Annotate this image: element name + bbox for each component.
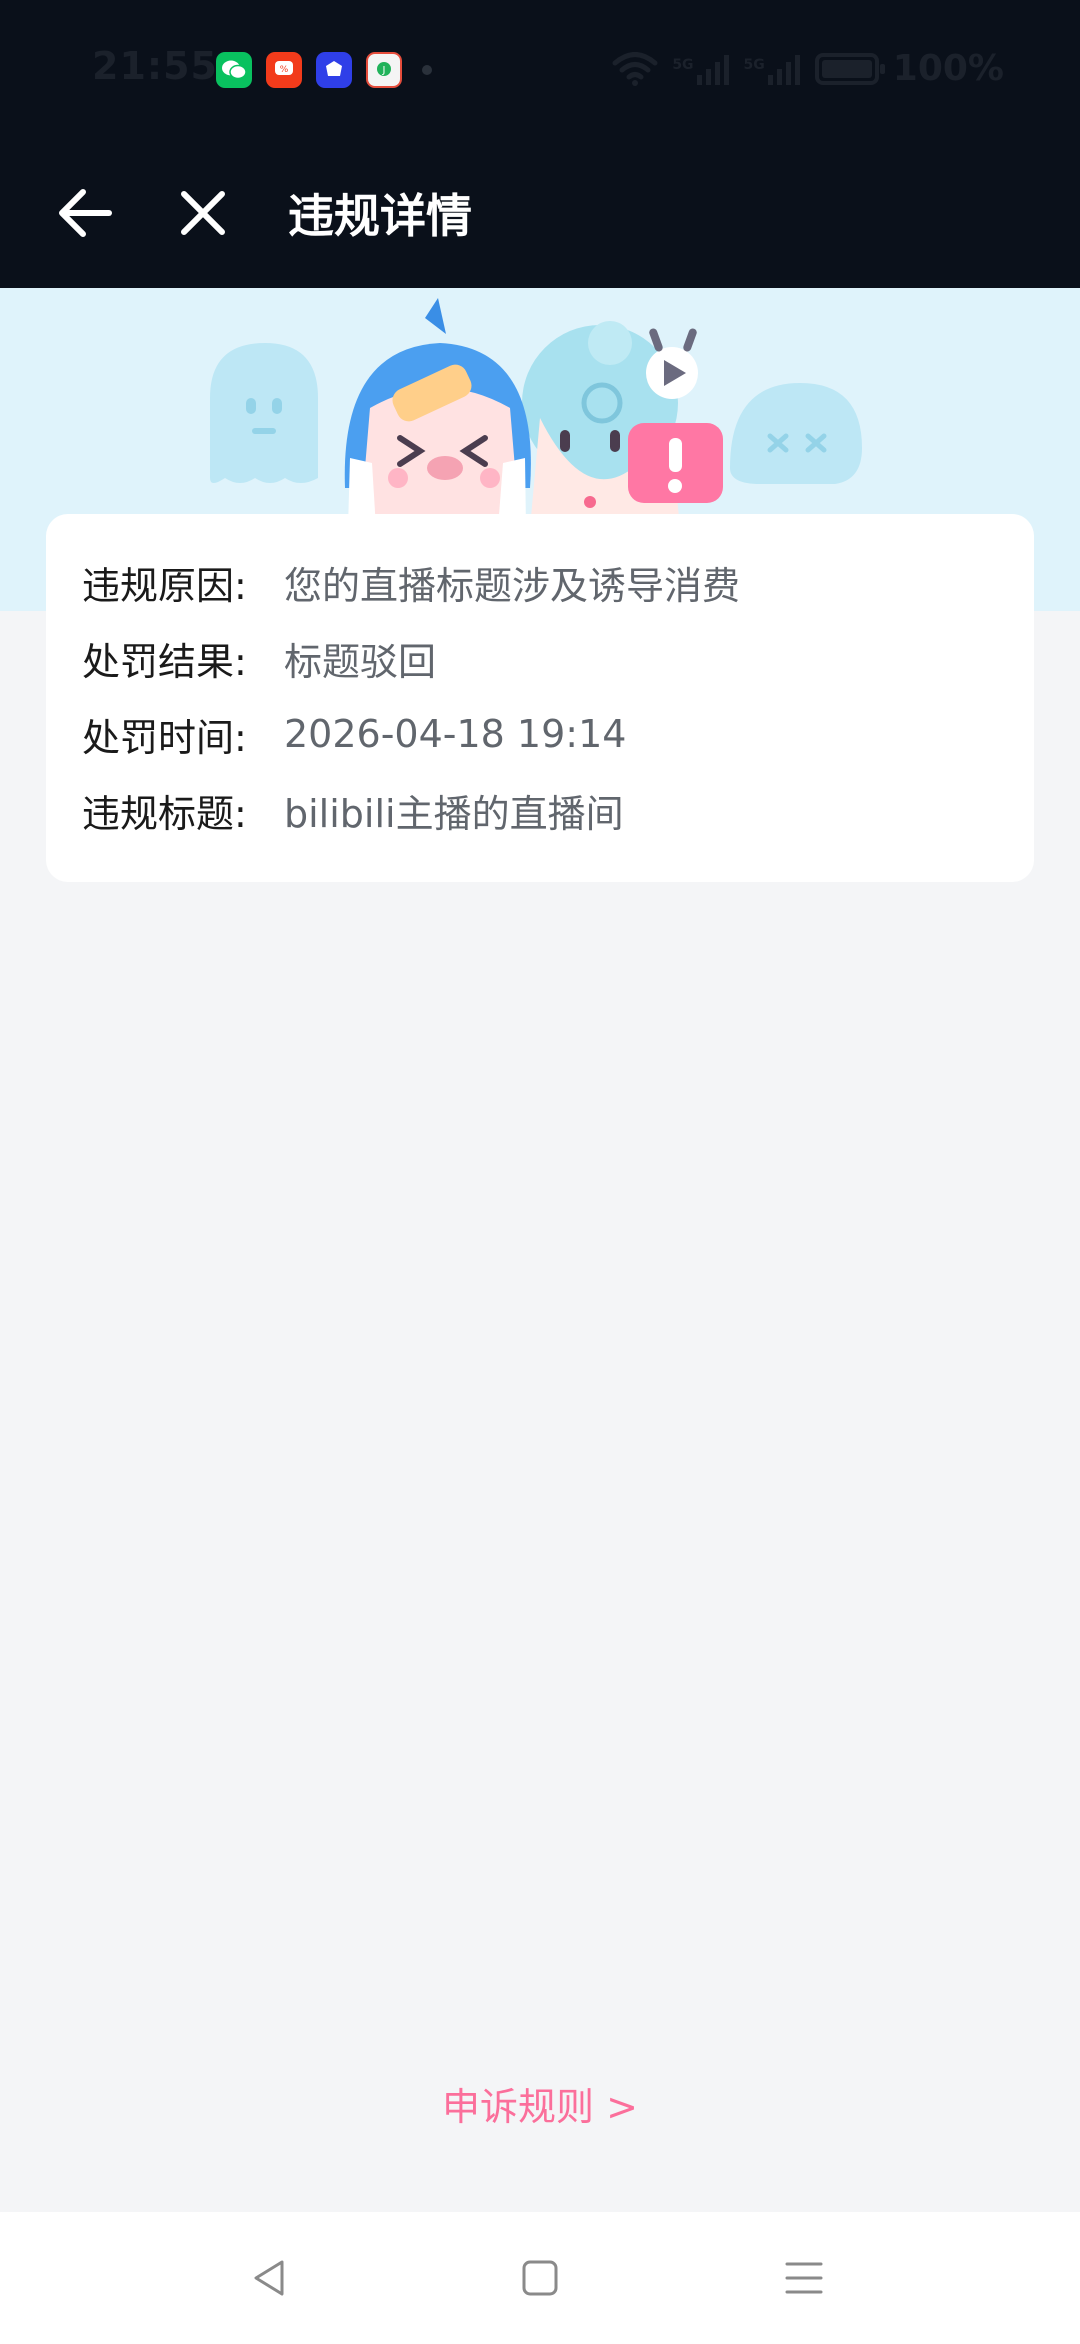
title-value: bilibili主播的直播间 (284, 791, 624, 836)
back-button[interactable] (40, 168, 130, 258)
system-recents-button[interactable] (772, 2246, 836, 2310)
appeal-rules-link[interactable]: 申诉规则 > (0, 2076, 1080, 2131)
time-label: 处罚时间: (82, 715, 247, 760)
battery-percentage: 100% (892, 48, 1004, 89)
wechat-icon (216, 52, 252, 88)
violation-info-card: 违规原因: 您的直播标题涉及诱导消费 处罚结果: 标题驳回 处罚时间: 2026… (46, 514, 1034, 882)
wifi-icon (612, 51, 658, 86)
green-app-icon: J (366, 52, 402, 88)
title-label: 违规标题: (82, 791, 247, 836)
result-value: 标题驳回 (284, 639, 437, 684)
signal-2-icon: 5G (744, 53, 801, 85)
system-home-button[interactable] (508, 2246, 572, 2310)
result-label: 处罚结果: (82, 639, 247, 684)
time-value: 2026-04-18 19:14 (284, 712, 627, 756)
reason-label: 违规原因: (82, 563, 247, 608)
square-home-icon (522, 2260, 558, 2296)
reason-value: 您的直播标题涉及诱导消费 (284, 563, 741, 608)
page-title: 违规详情 (288, 189, 472, 243)
navigation-bar: 违规详情 (0, 140, 1080, 288)
battery-icon (814, 52, 885, 85)
system-navigation-bar (0, 2212, 1080, 2344)
signal-1-icon: 5G (672, 53, 729, 85)
notification-app-icons: % J (216, 52, 432, 88)
close-icon (181, 191, 225, 235)
status-bar: 21:55 % J 5G 5G 100% (0, 0, 1080, 140)
triangle-back-icon (254, 2260, 284, 2296)
svg-text:J: J (382, 65, 386, 76)
close-button[interactable] (158, 168, 248, 258)
info-row-reason: 违规原因: 您的直播标题涉及诱导消费 (82, 544, 998, 620)
arrow-left-icon (59, 189, 112, 237)
system-back-button[interactable] (238, 2246, 302, 2310)
shopping-app-icon: % (266, 52, 302, 88)
menu-lines-icon (785, 2262, 823, 2294)
status-indicators: 5G 5G 100% (612, 48, 1004, 89)
info-row-time: 处罚时间: 2026-04-18 19:14 (82, 696, 998, 772)
svg-text:%: % (280, 65, 289, 75)
info-row-title: 违规标题: bilibili主播的直播间 (82, 772, 998, 848)
status-time: 21:55 (92, 44, 218, 88)
more-notifications-dot (422, 65, 432, 75)
baidu-app-icon (316, 52, 352, 88)
info-row-result: 处罚结果: 标题驳回 (82, 620, 998, 696)
